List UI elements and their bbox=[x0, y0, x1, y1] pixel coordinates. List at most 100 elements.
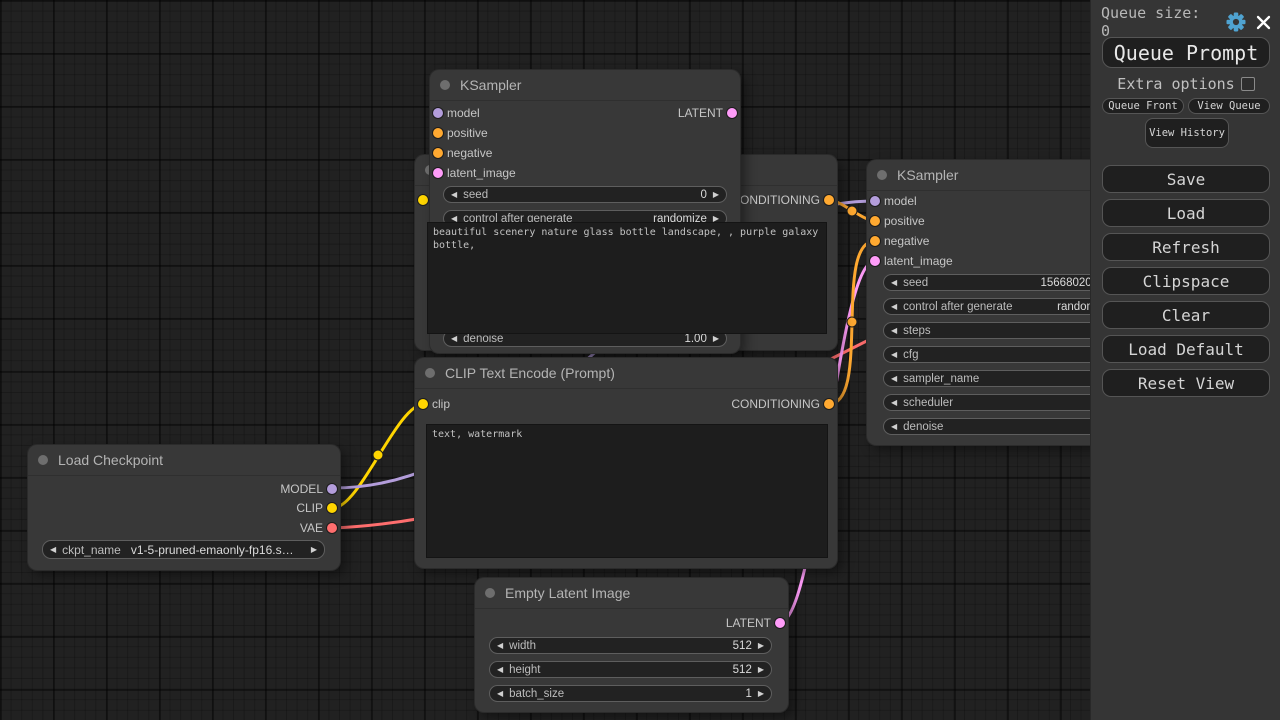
model-input-port[interactable] bbox=[433, 108, 443, 118]
increment-arrow-icon[interactable]: ▶ bbox=[713, 334, 719, 343]
collapse-dot-icon[interactable] bbox=[38, 455, 48, 465]
height-widget[interactable]: ◀ height 512 ▶ bbox=[489, 661, 772, 678]
link-midpoint-dot bbox=[372, 449, 384, 461]
queue-front-button[interactable]: Queue Front bbox=[1102, 98, 1184, 114]
batch-size-widget[interactable]: ◀ batch_size 1 ▶ bbox=[489, 685, 772, 702]
negative-input-port[interactable] bbox=[870, 236, 880, 246]
settings-gear-icon[interactable] bbox=[1226, 12, 1246, 32]
clipspace-button[interactable]: Clipspace bbox=[1102, 267, 1270, 295]
latent-output-label: LATENT bbox=[725, 616, 771, 630]
collapse-dot-icon[interactable] bbox=[877, 170, 887, 180]
clip-output-label: CLIP bbox=[296, 501, 323, 515]
extra-options-row: Extra options bbox=[1091, 75, 1280, 93]
decrement-arrow-icon[interactable]: ◀ bbox=[891, 398, 897, 407]
decrement-arrow-icon[interactable]: ◀ bbox=[891, 422, 897, 431]
decrement-arrow-icon[interactable]: ◀ bbox=[497, 641, 503, 650]
widget-value: 1.00 bbox=[684, 332, 707, 345]
comfy-menu-panel: Queue size: 0 Queue Prompt Extra options bbox=[1090, 0, 1280, 720]
latent-image-input-port[interactable] bbox=[433, 168, 443, 178]
node-title: KSampler bbox=[897, 167, 959, 183]
latent-image-input-label: latent_image bbox=[447, 166, 516, 180]
latent-output-port[interactable] bbox=[727, 108, 737, 118]
positive-input-port[interactable] bbox=[433, 128, 443, 138]
view-history-button[interactable]: View History bbox=[1145, 118, 1229, 148]
widget-label: batch_size bbox=[509, 687, 565, 700]
model-input-port[interactable] bbox=[870, 196, 880, 206]
latent-output-label: LATENT bbox=[677, 106, 723, 120]
widget-label: sampler_name bbox=[903, 372, 980, 385]
node-load-checkpoint[interactable]: Load Checkpoint MODEL CLIP VAE ◀ ckpt_na… bbox=[28, 445, 340, 570]
positive-input-port[interactable] bbox=[870, 216, 880, 226]
extra-options-checkbox[interactable] bbox=[1240, 77, 1255, 91]
width-widget[interactable]: ◀ width 512 ▶ bbox=[489, 637, 772, 654]
queue-prompt-button[interactable]: Queue Prompt bbox=[1102, 37, 1270, 68]
clip-input-port[interactable] bbox=[418, 195, 428, 205]
latent-output-port[interactable] bbox=[775, 618, 785, 628]
model-output-label: MODEL bbox=[280, 482, 323, 496]
widget-label: width bbox=[509, 639, 537, 652]
queue-size-label: Queue size: 0 bbox=[1101, 4, 1201, 40]
link-midpoint-dot bbox=[846, 205, 858, 217]
clip-input-port[interactable] bbox=[418, 399, 428, 409]
model-input-label: model bbox=[447, 106, 480, 120]
decrement-arrow-icon[interactable]: ◀ bbox=[497, 665, 503, 674]
widget-value: 512 bbox=[732, 663, 752, 676]
widget-label: control after generate bbox=[903, 300, 1013, 313]
conditioning-output-port[interactable] bbox=[824, 195, 834, 205]
clip-input-label: clip bbox=[432, 397, 451, 411]
negative-prompt-textarea[interactable]: text, watermark bbox=[426, 424, 828, 558]
node-title-bar[interactable]: KSampler bbox=[430, 70, 740, 101]
node-title-bar[interactable]: Empty Latent Image bbox=[475, 578, 788, 609]
load-default-button[interactable]: Load Default bbox=[1102, 335, 1270, 363]
widget-value: 1 bbox=[745, 687, 752, 700]
decrement-arrow-icon[interactable]: ◀ bbox=[451, 190, 457, 199]
widget-label: cfg bbox=[903, 348, 919, 361]
conditioning-output-label: CONDITIONING bbox=[731, 193, 820, 207]
node-title: Load Checkpoint bbox=[58, 452, 164, 468]
decrement-arrow-icon[interactable]: ◀ bbox=[891, 326, 897, 335]
collapse-dot-icon[interactable] bbox=[485, 588, 495, 598]
positive-prompt-textarea[interactable]: beautiful scenery nature glass bottle la… bbox=[427, 222, 827, 334]
refresh-button[interactable]: Refresh bbox=[1102, 233, 1270, 261]
node-title-bar[interactable]: Load Checkpoint bbox=[28, 445, 340, 476]
comfyui-canvas[interactable]: { "sidebar": { "queue_size": "Queue size… bbox=[0, 0, 1280, 720]
latent-image-input-port[interactable] bbox=[870, 256, 880, 266]
increment-arrow-icon[interactable]: ▶ bbox=[758, 665, 764, 674]
clear-button[interactable]: Clear bbox=[1102, 301, 1270, 329]
seed-widget[interactable]: ◀ seed 0 ▶ bbox=[443, 186, 727, 203]
view-queue-button[interactable]: View Queue bbox=[1188, 98, 1270, 114]
increment-arrow-icon[interactable]: ▶ bbox=[713, 190, 719, 199]
negative-input-port[interactable] bbox=[433, 148, 443, 158]
decrement-arrow-icon[interactable]: ◀ bbox=[451, 334, 457, 343]
widget-label: seed bbox=[903, 276, 929, 289]
collapse-dot-icon[interactable] bbox=[425, 368, 435, 378]
decrement-arrow-icon[interactable]: ◀ bbox=[891, 278, 897, 287]
node-empty-latent-image[interactable]: Empty Latent Image LATENT ◀ width 512 ▶ … bbox=[475, 578, 788, 712]
negative-input-label: negative bbox=[447, 146, 493, 160]
decrement-arrow-icon[interactable]: ◀ bbox=[891, 350, 897, 359]
extra-options-label: Extra options bbox=[1117, 75, 1235, 93]
load-button[interactable]: Load bbox=[1102, 199, 1270, 227]
decrement-arrow-icon[interactable]: ◀ bbox=[497, 689, 503, 698]
conditioning-output-port[interactable] bbox=[824, 399, 834, 409]
widget-label: seed bbox=[463, 188, 489, 201]
node-title-bar[interactable]: CLIP Text Encode (Prompt) bbox=[415, 358, 837, 389]
increment-arrow-icon[interactable]: ▶ bbox=[758, 689, 764, 698]
vae-output-port[interactable] bbox=[327, 523, 337, 533]
node-title: CLIP Text Encode (Prompt) bbox=[445, 365, 615, 381]
next-arrow-icon[interactable]: ▶ bbox=[311, 545, 317, 554]
widget-label: ckpt_name bbox=[62, 542, 121, 557]
close-panel-icon[interactable] bbox=[1256, 15, 1271, 30]
decrement-arrow-icon[interactable]: ◀ bbox=[891, 374, 897, 383]
reset-view-button[interactable]: Reset View bbox=[1102, 369, 1270, 397]
prev-arrow-icon[interactable]: ◀ bbox=[50, 545, 56, 554]
ckpt-name-widget[interactable]: ◀ ckpt_name v1-5-pruned-emaonly-fp16.s… … bbox=[42, 540, 325, 559]
increment-arrow-icon[interactable]: ▶ bbox=[758, 641, 764, 650]
model-output-port[interactable] bbox=[327, 484, 337, 494]
save-button[interactable]: Save bbox=[1102, 165, 1270, 193]
decrement-arrow-icon[interactable]: ◀ bbox=[891, 302, 897, 311]
clip-output-port[interactable] bbox=[327, 503, 337, 513]
collapse-dot-icon[interactable] bbox=[440, 80, 450, 90]
widget-value: 512 bbox=[732, 639, 752, 652]
widget-label: height bbox=[509, 663, 541, 676]
